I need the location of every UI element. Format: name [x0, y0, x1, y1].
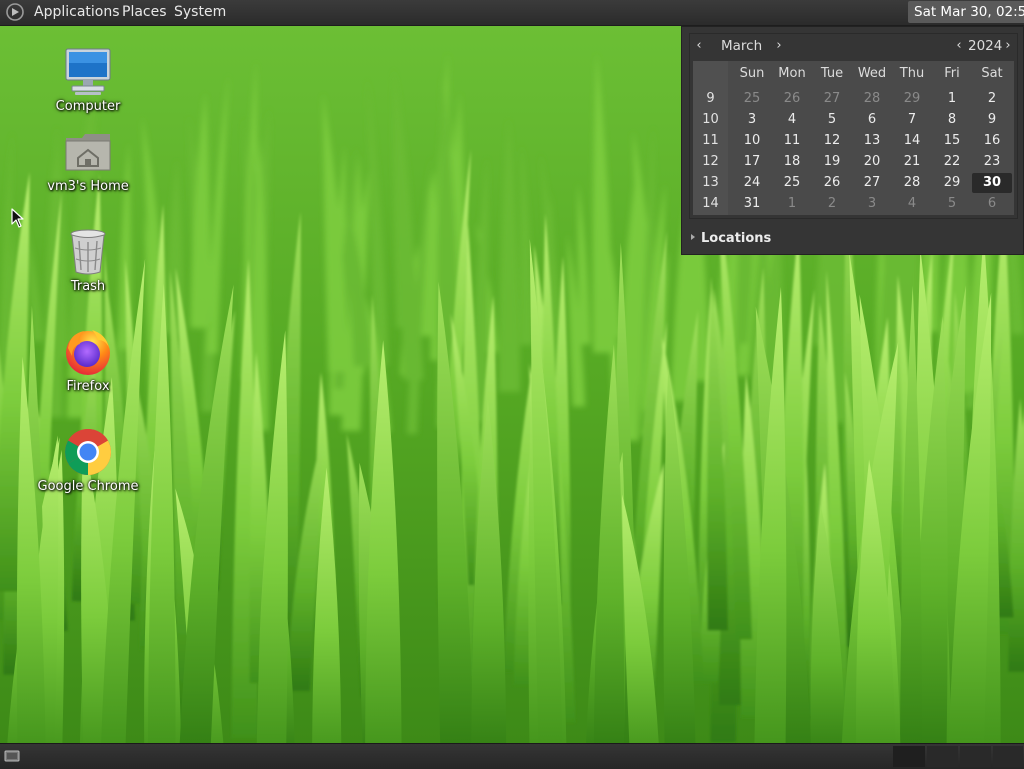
day-header: Sat [981, 66, 1003, 81]
applications-logo-icon[interactable] [5, 3, 25, 21]
calendar-year-label: 2024 [968, 38, 1003, 54]
week-number: 12 [702, 154, 719, 169]
show-desktop-icon[interactable] [3, 747, 21, 765]
week-number: 9 [706, 91, 715, 106]
firefox-icon [66, 330, 110, 375]
calendar-month-label: March [721, 38, 763, 54]
calendar-day[interactable]: 17 [732, 152, 772, 172]
chrome-icon [65, 429, 111, 475]
calendar-day[interactable]: 22 [932, 152, 972, 172]
locations-label: Locations [701, 231, 772, 246]
calendar-day[interactable]: 16 [972, 131, 1012, 151]
desktop-icon-firefox[interactable]: Firefox [36, 326, 140, 394]
workspace-switcher-2[interactable] [927, 746, 958, 767]
workspace-switcher-1[interactable] [893, 746, 925, 767]
calendar-day[interactable]: 8 [932, 110, 972, 130]
calendar-day[interactable]: 29 [932, 173, 972, 193]
calendar-day[interactable]: 2 [972, 89, 1012, 109]
calendar-popup: ‹ March › ‹ 2024 › Sun Mon Tue Wed Thu F… [681, 26, 1024, 255]
calendar-day-other-month[interactable]: 28 [852, 89, 892, 109]
calendar-day[interactable]: 1 [932, 89, 972, 109]
system-menu[interactable]: System [174, 0, 226, 25]
calendar-day[interactable]: 14 [892, 131, 932, 151]
trash-icon [70, 229, 106, 275]
top-panel: Applications Places System Sat Mar 30, 0… [0, 0, 1024, 26]
calendar-day[interactable]: 23 [972, 152, 1012, 172]
calendar-day[interactable]: 28 [892, 173, 932, 193]
calendar-day[interactable]: 24 [732, 173, 772, 193]
desktop-icon-trash[interactable]: Trash [36, 226, 140, 294]
calendar-day[interactable]: 3 [732, 110, 772, 130]
places-menu[interactable]: Places [122, 0, 167, 25]
workspace-switcher-3[interactable] [960, 746, 991, 767]
bottom-panel [0, 743, 1024, 769]
computer-icon [65, 48, 111, 95]
calendar-day-other-month[interactable]: 27 [812, 89, 852, 109]
prev-month-button[interactable]: ‹ [692, 37, 706, 55]
expander-arrow-icon [691, 234, 695, 240]
calendar-day-other-month[interactable]: 3 [852, 194, 892, 214]
calendar-day[interactable]: 15 [932, 131, 972, 151]
desktop-icon-label: Computer [55, 99, 121, 114]
calendar-day-other-month[interactable]: 6 [972, 194, 1012, 214]
day-header: Tue [820, 66, 844, 81]
desktop-icon-home[interactable]: vm3's Home [36, 126, 140, 194]
calendar-day-selected[interactable]: 30 [972, 173, 1012, 193]
calendar-day[interactable]: 4 [772, 110, 812, 130]
calendar-day[interactable]: 19 [812, 152, 852, 172]
desktop-icon-label: Google Chrome [37, 479, 139, 494]
locations-expander[interactable]: Locations [691, 231, 771, 246]
calendar-day-other-month[interactable]: 29 [892, 89, 932, 109]
calendar-day-other-month[interactable]: 1 [772, 194, 812, 214]
calendar-day-other-month[interactable]: 5 [932, 194, 972, 214]
calendar-day[interactable]: 31 [732, 194, 772, 214]
calendar-day[interactable]: 12 [812, 131, 852, 151]
week-number: 13 [702, 175, 719, 190]
calendar-day-other-month[interactable]: 26 [772, 89, 812, 109]
calendar-day-other-month[interactable]: 4 [892, 194, 932, 214]
day-header: Mon [778, 66, 806, 81]
desktop-icon-label: Firefox [66, 379, 110, 394]
calendar-day[interactable]: 7 [892, 110, 932, 130]
mouse-pointer-icon [11, 208, 24, 228]
day-header: Wed [857, 66, 887, 81]
calendar-day[interactable]: 6 [852, 110, 892, 130]
calendar-day[interactable]: 26 [812, 173, 852, 193]
clock-applet[interactable]: Sat Mar 30, 02:58 [908, 1, 1024, 23]
next-month-button[interactable]: › [772, 37, 786, 55]
calendar-day[interactable]: 13 [852, 131, 892, 151]
applications-menu[interactable]: Applications [34, 0, 120, 25]
day-header: Fri [944, 66, 960, 81]
desktop-icon-label: Trash [70, 279, 106, 294]
desktop-icon-computer[interactable]: Computer [36, 46, 140, 114]
calendar-widget: ‹ March › ‹ 2024 › Sun Mon Tue Wed Thu F… [689, 33, 1018, 219]
week-number: 10 [702, 112, 719, 127]
calendar-day-other-month[interactable]: 25 [732, 89, 772, 109]
calendar-day[interactable]: 25 [772, 173, 812, 193]
day-header: Thu [899, 66, 925, 81]
calendar-day[interactable]: 11 [772, 131, 812, 151]
calendar-day[interactable]: 27 [852, 173, 892, 193]
calendar-day[interactable]: 18 [772, 152, 812, 172]
next-year-button[interactable]: › [1001, 37, 1015, 55]
day-header: Sun [739, 66, 765, 81]
calendar-day[interactable]: 10 [732, 131, 772, 151]
home-folder-icon [65, 134, 111, 171]
desktop-icon-label: vm3's Home [47, 179, 129, 194]
prev-year-button[interactable]: ‹ [952, 37, 966, 55]
desktop-icon-chrome[interactable]: Google Chrome [36, 426, 140, 494]
calendar-day[interactable]: 5 [812, 110, 852, 130]
calendar-day[interactable]: 9 [972, 110, 1012, 130]
week-number: 14 [702, 196, 719, 211]
calendar-day[interactable]: 21 [892, 152, 932, 172]
calendar-day-other-month[interactable]: 2 [812, 194, 852, 214]
week-number: 11 [702, 133, 719, 148]
workspace-switcher-4[interactable] [993, 746, 1023, 767]
calendar-day[interactable]: 20 [852, 152, 892, 172]
